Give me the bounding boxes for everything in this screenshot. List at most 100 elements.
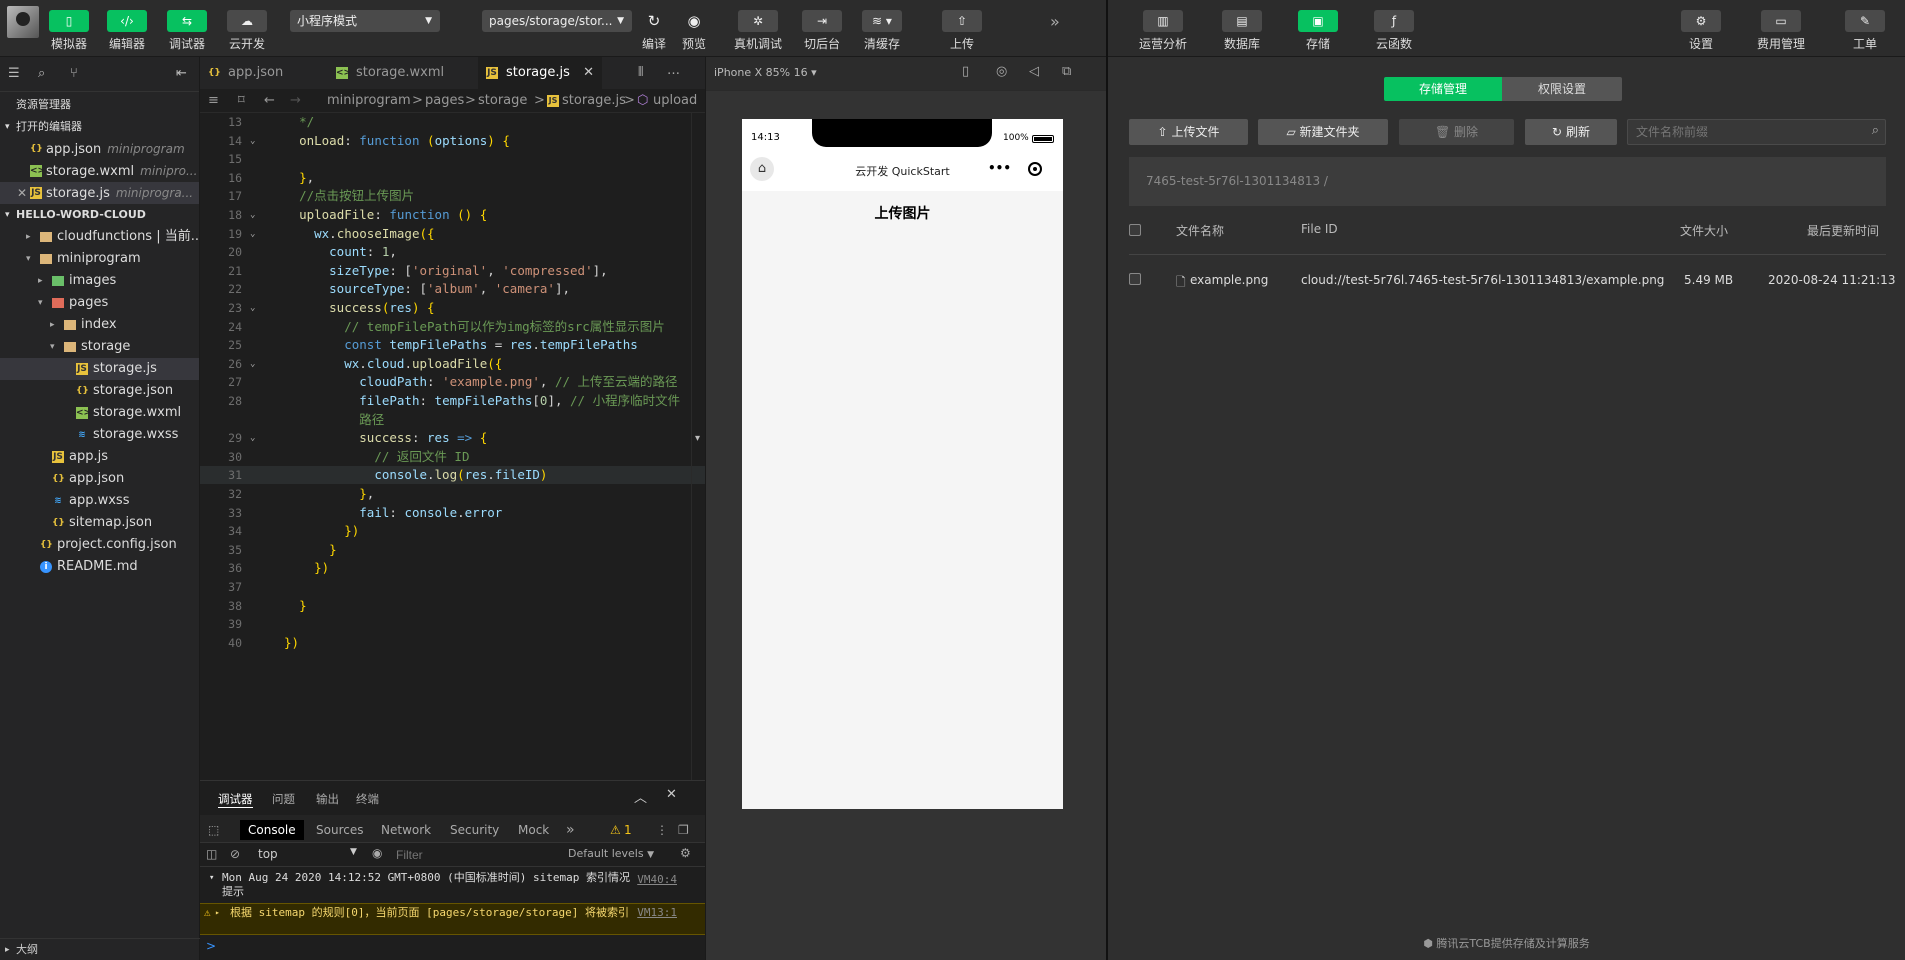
tree-item[interactable]: <> storage.wxml: [0, 402, 199, 424]
tab-mock[interactable]: Mock: [518, 820, 549, 840]
fold-icon[interactable]: ⌄: [250, 299, 255, 317]
code-line[interactable]: 27 cloudPath: 'example.png', // 上传至云端的路径: [200, 373, 705, 391]
tree-item[interactable]: {} project.config.json: [0, 534, 199, 556]
bookmark-icon[interactable]: ⌑: [238, 89, 245, 113]
code-line[interactable]: 23 ⌄ success(res) {: [200, 299, 705, 317]
close-icon[interactable]: ✕: [666, 787, 677, 802]
chevron-down-icon[interactable]: ▾: [209, 871, 214, 885]
billing-button[interactable]: ▭ 费用管理: [1753, 0, 1809, 57]
tab-output[interactable]: 输出: [316, 791, 339, 807]
chevron-right-icon[interactable]: ▸: [215, 906, 220, 920]
kebab-icon[interactable]: ⋮: [656, 820, 668, 840]
remote-debug-button[interactable]: ✲ 真机调试: [733, 0, 783, 57]
code-line[interactable]: 37: [200, 578, 705, 596]
code-line[interactable]: 28 filePath: tempFilePaths[0], // 小程序临时文…: [200, 392, 705, 410]
code-line[interactable]: 30 // 返回文件 ID: [200, 448, 705, 466]
popout-icon[interactable]: ⧉: [1062, 64, 1071, 79]
preview-button[interactable]: ◉ 预览: [672, 0, 716, 57]
back-icon[interactable]: ←: [264, 89, 275, 113]
tree-item[interactable]: ▾ miniprogram: [0, 248, 199, 270]
search-icon[interactable]: ⌕: [1872, 123, 1879, 138]
code-line[interactable]: 26 ⌄ wx.cloud.uploadFile({: [200, 355, 705, 373]
tree-item[interactable]: ▸ images: [0, 270, 199, 292]
fold-icon[interactable]: ⌄: [250, 132, 255, 150]
code-line[interactable]: 13 */: [200, 113, 705, 131]
select-all-checkbox[interactable]: [1129, 224, 1141, 236]
close-icon[interactable]: ✕: [17, 182, 27, 204]
compile-button[interactable]: ↻ 编译: [632, 0, 676, 57]
tab-security[interactable]: Security: [450, 820, 499, 840]
code-line[interactable]: 39: [200, 615, 705, 633]
gear-icon[interactable]: ⚙: [680, 846, 691, 860]
background-button[interactable]: ⇥ 切后台: [800, 0, 844, 57]
file-prefix-input[interactable]: [1636, 124, 1856, 140]
forward-icon[interactable]: →: [290, 89, 301, 113]
breadcrumb-item[interactable]: storage: [478, 89, 527, 113]
tab-app-json[interactable]: {} app.json: [200, 57, 320, 89]
tab-storage-wxml[interactable]: <> storage.wxml: [328, 57, 474, 89]
code-line[interactable]: 20 count: 1,: [200, 243, 705, 261]
code-line[interactable]: 24 // tempFilePath可以作为img标签的src属性显示图片: [200, 318, 705, 336]
tree-item[interactable]: JS app.js: [0, 446, 199, 468]
code-line[interactable]: 路径: [200, 411, 705, 429]
tree-item[interactable]: ≋ storage.wxss: [0, 424, 199, 446]
open-editor-item[interactable]: <> storage.wxml minipro...: [0, 160, 199, 182]
fold-icon[interactable]: ⌄: [250, 206, 255, 224]
tab-storage-management[interactable]: 存储管理: [1384, 77, 1502, 101]
tab-debugger[interactable]: 调试器: [218, 791, 253, 808]
volume-icon[interactable]: ◁: [1029, 64, 1039, 79]
code-line[interactable]: 19 ⌄ wx.chooseImage({: [200, 225, 705, 243]
file-name[interactable]: example.png: [1190, 273, 1268, 287]
rotate-icon[interactable]: ▯: [962, 64, 969, 79]
breadcrumb-item[interactable]: upload: [653, 89, 697, 113]
tree-item[interactable]: ▸ cloudfunctions | 当前...: [0, 226, 199, 248]
source-link[interactable]: VM13:1: [637, 906, 677, 920]
menu-dots-icon[interactable]: •••: [988, 161, 1011, 175]
clear-console-icon[interactable]: ⊘: [230, 847, 240, 861]
tree-item[interactable]: {} app.json: [0, 468, 199, 490]
tab-network[interactable]: Network: [381, 820, 431, 840]
code-line[interactable]: 33 fail: console.error: [200, 504, 705, 522]
search-icon[interactable]: ⌕: [38, 66, 45, 81]
fold-icon[interactable]: ⌄: [250, 429, 255, 447]
code-line[interactable]: 36 }): [200, 559, 705, 577]
tree-item[interactable]: {} storage.json: [0, 380, 199, 402]
open-editor-item[interactable]: ✕ JS storage.js miniprogra...: [0, 182, 199, 204]
breadcrumb-item[interactable]: storage.js: [562, 89, 626, 113]
refresh-button[interactable]: ↻ 刷新: [1525, 119, 1617, 145]
sidebar-toggle-icon[interactable]: ◫: [206, 847, 217, 861]
tab-problems[interactable]: 问题: [272, 791, 295, 807]
new-folder-button[interactable]: ▱ 新建文件夹: [1258, 119, 1388, 145]
tab-terminal[interactable]: 终端: [356, 791, 379, 807]
code-line[interactable]: 22 sourceType: ['album', 'camera'],: [200, 280, 705, 298]
maximize-icon[interactable]: ︿: [634, 787, 647, 806]
console-prompt[interactable]: >: [206, 939, 216, 953]
tree-item[interactable]: i README.md: [0, 556, 199, 578]
fold-icon[interactable]: ⌄: [250, 225, 255, 243]
close-icon[interactable]: ✕: [583, 57, 594, 89]
list-icon[interactable]: ≡: [208, 89, 219, 113]
code-line[interactable]: 16 },: [200, 169, 705, 187]
code-line[interactable]: 34 }): [200, 522, 705, 540]
open-editor-item[interactable]: {} app.json miniprogram: [0, 138, 199, 160]
tree-item[interactable]: ▸ index: [0, 314, 199, 336]
mode-select[interactable]: 小程序模式 ▼: [290, 10, 440, 32]
source-link[interactable]: VM40:4: [637, 873, 677, 887]
tree-item[interactable]: ▾ storage: [0, 336, 199, 358]
more-icon[interactable]: …: [667, 63, 680, 78]
capsule-close-icon[interactable]: [1028, 162, 1042, 176]
code-line[interactable]: 14 ⌄ onLoad: function (options) {: [200, 132, 705, 150]
project-header[interactable]: ▾ HELLO-WORD-CLOUD: [0, 204, 199, 226]
warning-count[interactable]: 1: [624, 820, 632, 840]
tree-item[interactable]: ≋ app.wxss: [0, 490, 199, 512]
code-line[interactable]: 29 ⌄ success: res => {: [200, 429, 705, 447]
code-line[interactable]: 15: [200, 150, 705, 168]
undock-icon[interactable]: ❐: [678, 820, 689, 840]
code-line[interactable]: 32 },: [200, 485, 705, 503]
breadcrumb-item[interactable]: miniprogram: [327, 89, 411, 113]
tree-item[interactable]: {} sitemap.json: [0, 512, 199, 534]
simulator-toggle-button[interactable]: ▯ 模拟器: [48, 0, 90, 57]
page-select[interactable]: pages/storage/stor... ▼: [482, 10, 632, 32]
device-select[interactable]: iPhone X 85% 16 ▾: [714, 66, 817, 79]
console-filter-input[interactable]: [396, 846, 486, 864]
